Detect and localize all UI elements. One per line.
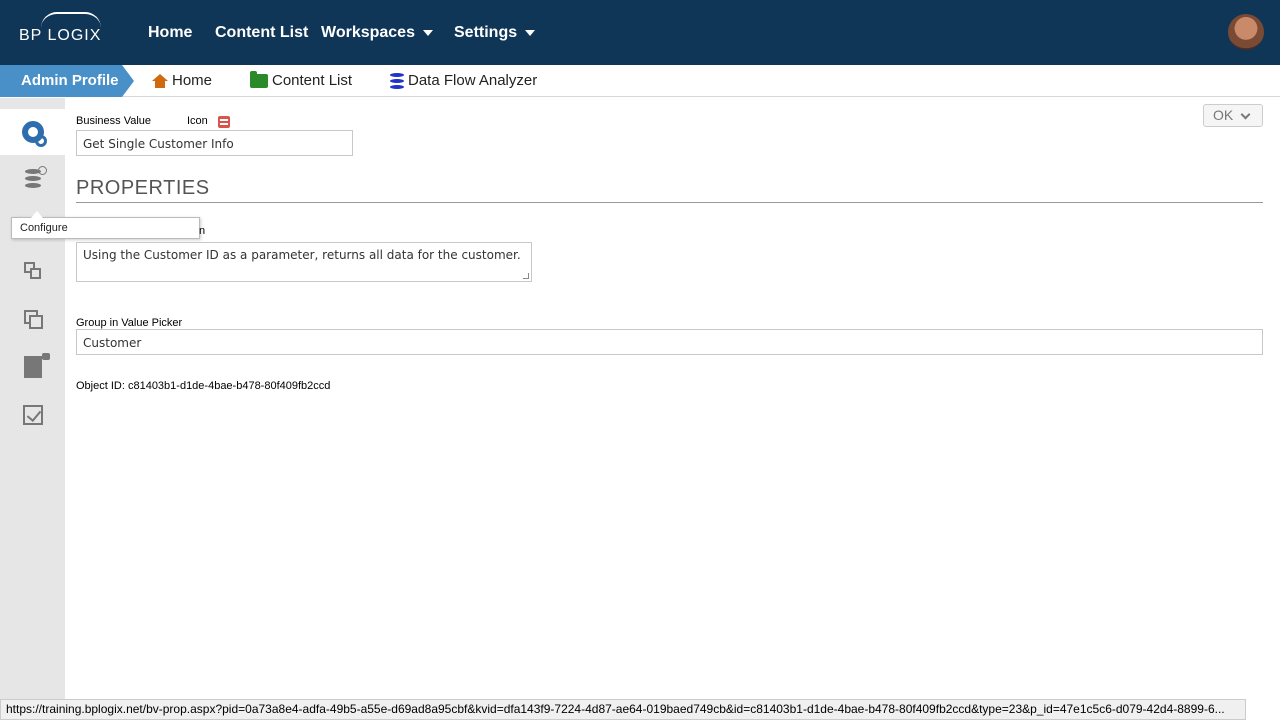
- folder-icon: [250, 70, 268, 88]
- document-lock-icon: [23, 353, 50, 378]
- sidebar-mapping[interactable]: [0, 248, 65, 294]
- status-bar-url: https://training.bplogix.net/bv-prop.asp…: [0, 699, 1246, 720]
- sidebar-data-source[interactable]: [0, 156, 65, 202]
- group-input[interactable]: Customer: [76, 329, 1263, 355]
- resize-handle[interactable]: [523, 273, 529, 279]
- home-icon: [152, 73, 168, 88]
- sidebar-checklist[interactable]: [0, 392, 65, 438]
- sidebar-configure[interactable]: [0, 109, 65, 155]
- breadcrumb-home-label: Home: [172, 72, 213, 89]
- checkbox-icon: [22, 405, 43, 425]
- section-title: PROPERTIES: [76, 177, 210, 199]
- nav-home[interactable]: Home: [148, 24, 192, 42]
- object-id: Object ID: c81403b1-d1de-4bae-b478-80f40…: [76, 380, 331, 392]
- avatar[interactable]: [1228, 14, 1264, 50]
- description-text: Using the Customer ID as a parameter, re…: [83, 248, 521, 262]
- nav-content-list[interactable]: Content List: [215, 24, 308, 42]
- breadcrumb-data-flow-analyzer-label: Data Flow Analyzer: [408, 72, 538, 89]
- copy-icon: [23, 310, 43, 329]
- breadcrumb: Admin Profile Home Content List Data Flo…: [0, 65, 1280, 97]
- business-value-label: Business Value: [76, 115, 152, 127]
- list-icon[interactable]: [218, 116, 230, 128]
- top-nav: BP LOGIX Home Content List Workspaces Se…: [0, 0, 1280, 65]
- sidebar-copy[interactable]: [0, 296, 65, 342]
- tooltip-configure: Configure: [11, 211, 200, 239]
- ok-button-label: OK: [1213, 107, 1234, 123]
- nav-settings[interactable]: Settings: [454, 24, 536, 42]
- gear-small-icon: [35, 135, 47, 147]
- chevron-down-icon: [422, 29, 433, 36]
- nav-workspaces[interactable]: Workspaces: [321, 24, 433, 42]
- database-icon: [390, 72, 404, 89]
- description-label: n: [199, 225, 206, 237]
- breadcrumb-data-flow-analyzer[interactable]: Data Flow Analyzer: [390, 72, 537, 89]
- nav-settings-label: Settings: [454, 24, 518, 41]
- bp-logix-logo[interactable]: BP LOGIX: [19, 12, 101, 44]
- link-squares-icon: [23, 262, 42, 280]
- description-textarea[interactable]: Using the Customer ID as a parameter, re…: [76, 242, 532, 282]
- divider: [76, 202, 1263, 203]
- chevron-down-icon: [525, 29, 536, 36]
- ok-button[interactable]: OK: [1203, 104, 1263, 127]
- icon-label: Icon: [187, 115, 208, 127]
- breadcrumb-home[interactable]: Home: [152, 72, 212, 89]
- plus-icon: [38, 166, 47, 175]
- breadcrumb-admin-profile[interactable]: Admin Profile: [0, 65, 134, 97]
- breadcrumb-content-list[interactable]: Content List: [250, 70, 353, 89]
- chevron-down-icon: [1240, 109, 1251, 120]
- left-sidebar: [0, 98, 65, 720]
- business-value-input[interactable]: Get Single Customer Info: [76, 130, 353, 156]
- breadcrumb-content-list-label: Content List: [272, 72, 353, 89]
- sidebar-security[interactable]: [0, 344, 65, 390]
- nav-workspaces-label: Workspaces: [321, 24, 415, 41]
- group-label: Group in Value Picker: [76, 317, 183, 329]
